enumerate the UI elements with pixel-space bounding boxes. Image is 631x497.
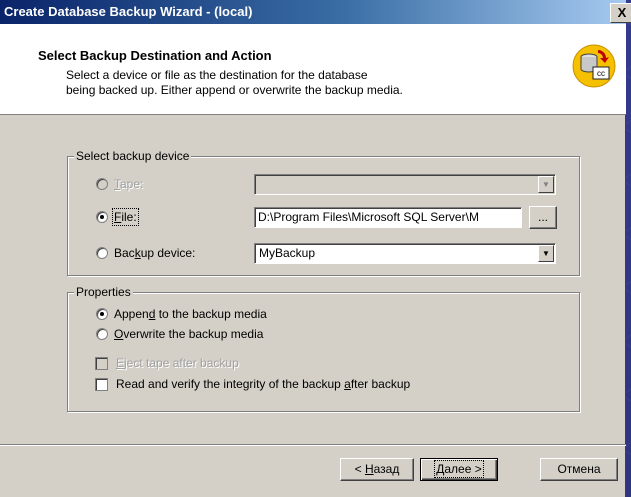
tape-radio[interactable]: Tape:	[96, 176, 143, 192]
append-radio-circle[interactable]	[96, 308, 108, 320]
overwrite-radio-circle[interactable]	[96, 328, 108, 340]
backup-device-select-value: MyBackup	[259, 246, 316, 260]
overwrite-radio[interactable]: Overwrite the backup media	[96, 326, 263, 342]
footer-separator	[0, 444, 626, 446]
file-radio-circle[interactable]	[96, 211, 108, 223]
backup-device-radio-circle[interactable]	[96, 247, 108, 259]
file-path-input[interactable]: D:\Program Files\Microsoft SQL Server\M	[254, 207, 522, 228]
page-title: Select Backup Destination and Action	[38, 48, 272, 63]
eject-tape-label: Eject tape after backup	[116, 356, 239, 370]
overwrite-label: Overwrite the backup media	[114, 327, 264, 341]
tape-select[interactable]: ▼	[254, 174, 556, 195]
close-button[interactable]: X	[610, 3, 631, 23]
append-label: Append to the backup media	[114, 307, 267, 321]
verify-checkbox[interactable]: Read and verify the integrity of the bac…	[95, 376, 410, 392]
eject-tape-checkbox[interactable]: Eject tape after backup	[95, 355, 239, 371]
backup-device-select[interactable]: MyBackup ▼	[254, 243, 556, 264]
svg-text:cc: cc	[597, 69, 605, 78]
back-button[interactable]: < Назад	[340, 458, 414, 481]
backup-device-group-legend: Select backup device	[74, 149, 192, 163]
backup-wizard-dialog: Create Database Backup Wizard - (local) …	[0, 0, 631, 497]
properties-group-legend: Properties	[74, 285, 133, 299]
cancel-button[interactable]: Отмена	[540, 458, 618, 481]
file-label: File:	[112, 208, 139, 226]
verify-checkbox-box[interactable]	[95, 377, 108, 391]
page-description-line1: Select a device or file as the destinati…	[66, 68, 368, 82]
tape-dropdown-arrow-icon[interactable]: ▼	[538, 176, 554, 193]
page-description-line2: being backed up. Either append or overwr…	[66, 83, 403, 97]
file-radio[interactable]: File:	[96, 208, 139, 226]
verify-label: Read and verify the integrity of the bac…	[116, 377, 411, 391]
backup-device-radio[interactable]: Backup device:	[96, 245, 195, 261]
wizard-header: Select Backup Destination and Action Sel…	[0, 24, 626, 115]
tape-radio-circle[interactable]	[96, 178, 108, 190]
window-title: Create Database Backup Wizard - (local)	[4, 4, 253, 19]
next-button-label: Далее >	[434, 460, 484, 478]
backup-device-dropdown-arrow-icon[interactable]: ▼	[538, 245, 554, 262]
browse-button[interactable]: ...	[529, 206, 557, 229]
database-backup-icon: cc	[572, 44, 616, 88]
next-button[interactable]: Далее >	[420, 458, 498, 481]
tape-label: Tape:	[114, 177, 144, 191]
title-bar[interactable]: Create Database Backup Wizard - (local) …	[0, 0, 631, 24]
append-radio[interactable]: Append to the backup media	[96, 306, 267, 322]
eject-tape-checkbox-box[interactable]	[95, 356, 108, 370]
backup-device-label: Backup device:	[114, 246, 196, 260]
